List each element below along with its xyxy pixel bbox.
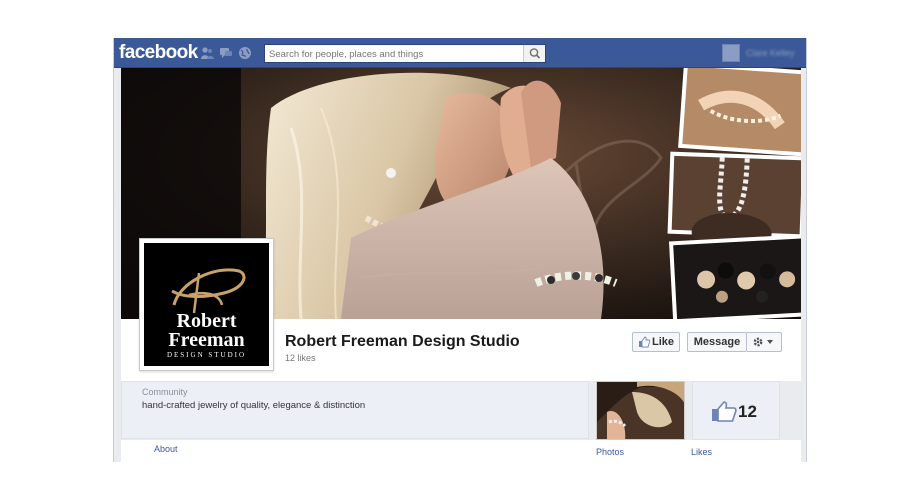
thumbs-up-icon (638, 336, 651, 348)
facebook-logo[interactable]: facebook (119, 42, 198, 64)
notifications-globe-icon[interactable] (238, 46, 252, 60)
facebook-window: facebook Clare (113, 38, 807, 462)
top-navigation-bar: facebook Clare (114, 38, 806, 68)
message-label: Message (693, 336, 741, 348)
page-options-button[interactable] (747, 332, 782, 352)
photos-thumbnail-image (597, 382, 684, 439)
about-link[interactable]: About (154, 444, 178, 454)
search-box (264, 44, 546, 63)
likes-app-box[interactable]: 12 (692, 381, 780, 440)
rf-monogram-logo: Robert Freeman DESIGN STUDIO (144, 243, 269, 366)
message-button[interactable]: Message (687, 332, 747, 352)
like-button[interactable]: Like (632, 332, 680, 352)
profile-picture[interactable]: Robert Freeman DESIGN STUDIO (139, 238, 274, 371)
chevron-down-icon (767, 340, 773, 344)
photos-link[interactable]: Photos (596, 447, 624, 457)
likes-link[interactable]: Likes (691, 447, 712, 457)
like-label: Like (651, 336, 674, 349)
search-icon (529, 48, 541, 59)
page-title: Robert Freeman Design Studio (285, 333, 520, 350)
thumbs-up-icon (712, 401, 737, 422)
friend-requests-icon[interactable] (200, 46, 214, 60)
logo-line-3: DESIGN STUDIO (167, 351, 246, 359)
about-section: Community hand-crafted jewelry of qualit… (121, 381, 589, 439)
messages-icon[interactable] (219, 46, 233, 60)
brand-logo: Robert Freeman DESIGN STUDIO (144, 243, 269, 366)
likes-app-count: 12 (738, 402, 757, 421)
user-avatar[interactable] (722, 44, 740, 62)
gear-icon (753, 337, 773, 347)
search-input[interactable] (269, 48, 521, 60)
page-category: Community (142, 387, 188, 397)
search-button[interactable] (523, 45, 545, 62)
likes-count[interactable]: 12 likes (285, 353, 316, 363)
photos-app-thumbnail[interactable] (596, 381, 685, 440)
page-description: hand-crafted jewelry of quality, eleganc… (142, 400, 366, 411)
user-name[interactable]: Clare Kelley (746, 48, 795, 58)
user-menu[interactable]: Clare Kelley (722, 44, 802, 62)
logo-line-2: Freeman (168, 329, 244, 351)
